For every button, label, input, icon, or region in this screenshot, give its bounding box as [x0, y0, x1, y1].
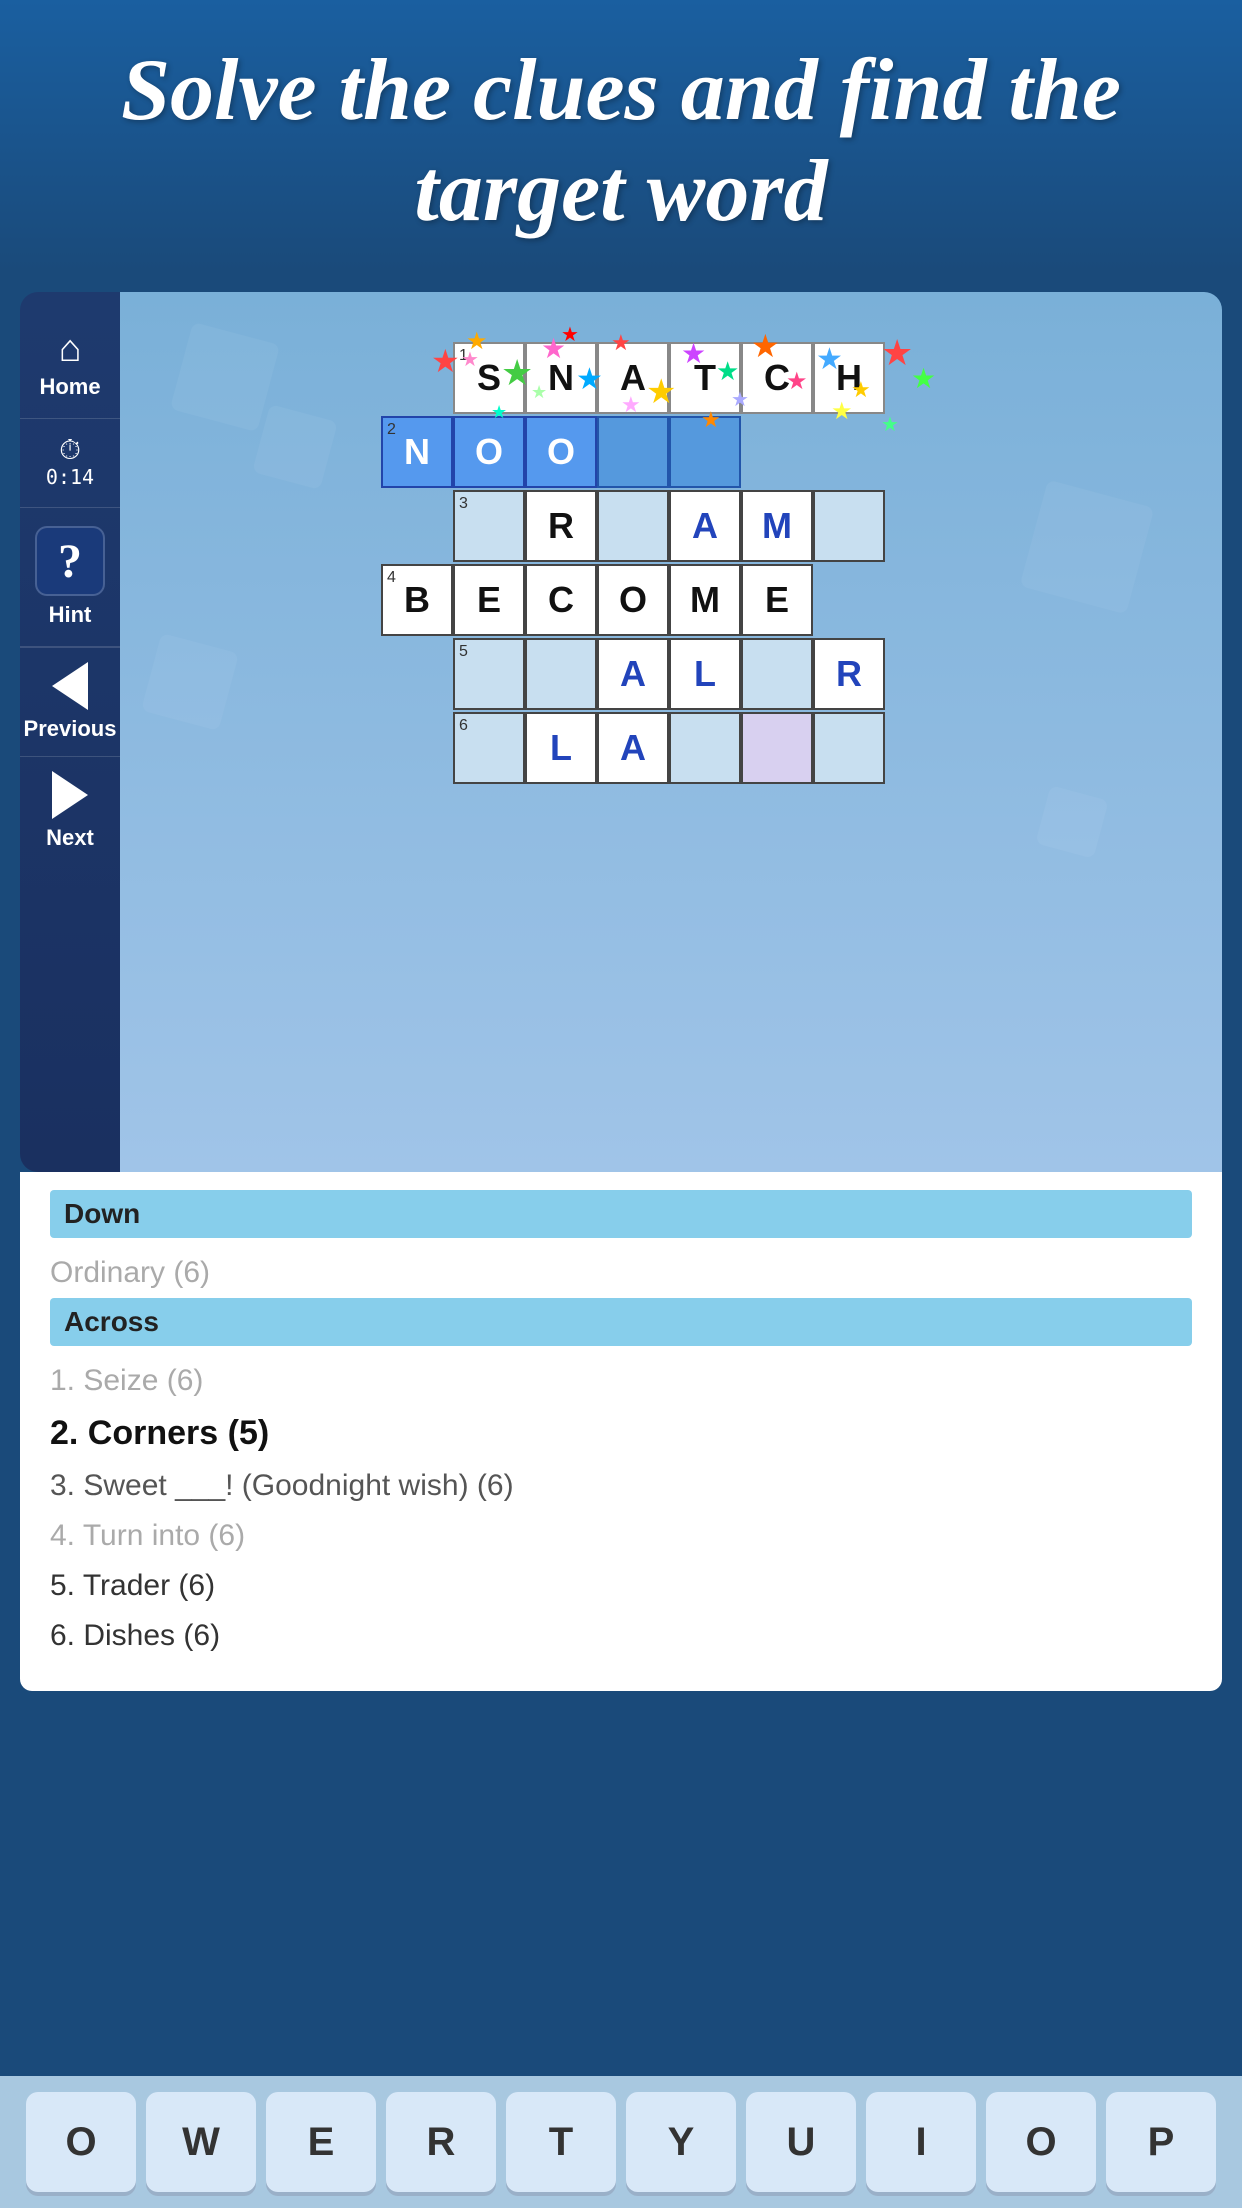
- sidebar-item-next[interactable]: Next: [20, 756, 120, 865]
- cell-3-5[interactable]: M: [741, 490, 813, 562]
- clue-across-5[interactable]: 5. Trader (6): [50, 1561, 1192, 1611]
- clue-across-1[interactable]: 1. Seize (6): [50, 1356, 1192, 1406]
- cell-3-4[interactable]: A: [669, 490, 741, 562]
- cell-number-4: 4: [387, 569, 396, 587]
- clue-across-header: Across: [50, 1298, 1192, 1346]
- cell-6-1[interactable]: 6: [453, 712, 525, 784]
- grid-row-4: 4 B E C O M E: [381, 564, 961, 636]
- sidebar-item-timer: ⏱ 0:14: [20, 419, 120, 508]
- key-o2[interactable]: O: [986, 2092, 1096, 2192]
- previous-label: Previous: [24, 716, 117, 742]
- keyboard: O W E R T Y U I O P: [0, 2076, 1242, 2208]
- cell-1-4[interactable]: T: [669, 342, 741, 414]
- hint-symbol: ?: [58, 534, 82, 589]
- header-title: Solve the clues and find the target word: [60, 40, 1182, 242]
- cell-1-2[interactable]: N: [525, 342, 597, 414]
- cell-4-4[interactable]: M: [669, 564, 741, 636]
- cell-5-1[interactable]: 5: [453, 638, 525, 710]
- previous-arrow-icon: [52, 662, 88, 710]
- sidebar-item-previous[interactable]: Previous: [20, 647, 120, 756]
- cell-2-2[interactable]: O: [453, 416, 525, 488]
- grid-row-5: 5 A L R: [453, 638, 961, 710]
- cell-1-1[interactable]: 1 S: [453, 342, 525, 414]
- crossword-grid: 1 S N A T C H 2 N O O: [381, 342, 961, 784]
- cell-6-5[interactable]: [741, 712, 813, 784]
- timer-icon: ⏱: [59, 437, 81, 465]
- cell-5-6[interactable]: R: [813, 638, 885, 710]
- sidebar-item-home[interactable]: ⌂ Home: [20, 312, 120, 419]
- cell-3-1[interactable]: 3: [453, 490, 525, 562]
- cell-4-1[interactable]: E: [453, 564, 525, 636]
- clue-across-4[interactable]: 4. Turn into (6): [50, 1511, 1192, 1561]
- cell-6-2[interactable]: L: [525, 712, 597, 784]
- cell-number-3: 3: [459, 495, 468, 513]
- key-t[interactable]: T: [506, 2092, 616, 2192]
- cell-3-6[interactable]: [813, 490, 885, 562]
- next-arrow-icon: [52, 771, 88, 819]
- cell-5-5[interactable]: [741, 638, 813, 710]
- next-label: Next: [46, 825, 94, 851]
- clue-down-header: Down: [50, 1190, 1192, 1238]
- cell-2-1[interactable]: 2 N: [381, 416, 453, 488]
- cell-number-6: 6: [459, 717, 468, 735]
- sidebar-item-hint[interactable]: ? Hint: [20, 508, 120, 647]
- cell-4-5[interactable]: E: [741, 564, 813, 636]
- home-icon: ⌂: [59, 330, 82, 368]
- hint-button[interactable]: ?: [35, 526, 105, 596]
- key-r[interactable]: R: [386, 2092, 496, 2192]
- cell-5-2[interactable]: [525, 638, 597, 710]
- key-y[interactable]: Y: [626, 2092, 736, 2192]
- clue-across-2[interactable]: 2. Corners (5): [50, 1406, 1192, 1461]
- clue-down-1[interactable]: Ordinary (6): [50, 1248, 1192, 1298]
- key-o[interactable]: O: [26, 2092, 136, 2192]
- cell-2-5[interactable]: [669, 416, 741, 488]
- cell-1-5[interactable]: C: [741, 342, 813, 414]
- game-area: ★ ★ ★ ★ ★ ★ ★ ★ ★ ★ ★ ★ ★ ★ ★ ★ ★ ★ ★ ★: [120, 292, 1222, 1172]
- grid-row-6: 6 L A: [453, 712, 961, 784]
- home-label: Home: [39, 374, 100, 400]
- cell-3-2[interactable]: R: [525, 490, 597, 562]
- key-i[interactable]: I: [866, 2092, 976, 2192]
- cell-2-3[interactable]: O: [525, 416, 597, 488]
- game-wrapper: ⌂ Home ⏱ 0:14 ? Hint Previous Next: [20, 292, 1222, 1172]
- cell-4-0[interactable]: 4 B: [381, 564, 453, 636]
- sidebar: ⌂ Home ⏱ 0:14 ? Hint Previous Next: [20, 292, 120, 1172]
- hint-label: Hint: [49, 602, 92, 628]
- cell-5-4[interactable]: L: [669, 638, 741, 710]
- cell-number-5: 5: [459, 643, 468, 661]
- key-p[interactable]: P: [1106, 2092, 1216, 2192]
- cell-6-6[interactable]: [813, 712, 885, 784]
- cell-1-3[interactable]: A: [597, 342, 669, 414]
- cell-2-4[interactable]: [597, 416, 669, 488]
- grid-row-1: 1 S N A T C H: [453, 342, 961, 414]
- clue-across-6[interactable]: 6. Dishes (6): [50, 1611, 1192, 1661]
- key-u[interactable]: U: [746, 2092, 856, 2192]
- cell-4-3[interactable]: O: [597, 564, 669, 636]
- clues-section: Down Ordinary (6) Across 1. Seize (6) 2.…: [20, 1172, 1222, 1691]
- cell-1-6[interactable]: H: [813, 342, 885, 414]
- cell-number-1: 1: [459, 347, 468, 365]
- grid-row-3: 3 R A M: [453, 490, 961, 562]
- clue-across-3[interactable]: 3. Sweet ___! (Goodnight wish) (6): [50, 1461, 1192, 1511]
- crossword-container: ★ ★ ★ ★ ★ ★ ★ ★ ★ ★ ★ ★ ★ ★ ★ ★ ★ ★ ★ ★: [381, 342, 961, 784]
- cell-3-3[interactable]: [597, 490, 669, 562]
- cell-4-2[interactable]: C: [525, 564, 597, 636]
- cell-2-6-empty: [741, 416, 813, 488]
- cell-5-3[interactable]: A: [597, 638, 669, 710]
- key-e[interactable]: E: [266, 2092, 376, 2192]
- cell-6-3[interactable]: A: [597, 712, 669, 784]
- grid-row-2: 2 N O O: [381, 416, 961, 488]
- cell-number-2: 2: [387, 421, 396, 439]
- header: Solve the clues and find the target word: [0, 0, 1242, 272]
- key-w[interactable]: W: [146, 2092, 256, 2192]
- cell-6-4[interactable]: [669, 712, 741, 784]
- timer-value: 0:14: [46, 465, 94, 489]
